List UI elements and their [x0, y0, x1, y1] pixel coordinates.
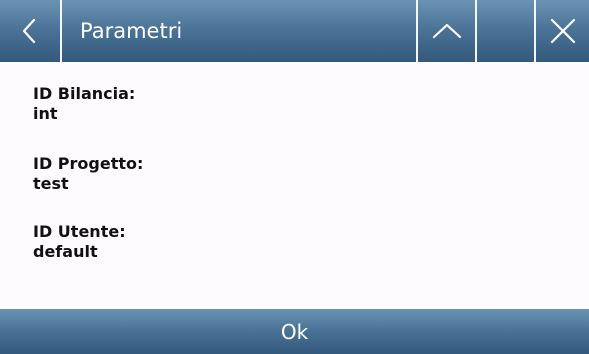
scroll-up-button[interactable] [418, 0, 475, 62]
title-bar: Parametri [0, 0, 589, 62]
back-button[interactable] [0, 0, 60, 62]
chevron-up-icon [432, 23, 461, 39]
close-icon [550, 18, 575, 44]
field-label: ID Utente: [33, 222, 126, 241]
field-label: ID Bilancia: [33, 84, 136, 103]
field-project-id: ID Progetto: test [33, 154, 143, 194]
field-label: ID Progetto: [33, 154, 144, 173]
field-value: int [33, 104, 58, 123]
title-bar-separator [60, 0, 62, 62]
parameters-panel: ID Bilancia: int ID Progetto: test ID Ut… [0, 62, 589, 308]
chevron-left-icon [22, 18, 36, 44]
ok-button[interactable]: Ok [0, 309, 589, 354]
ok-button-label: Ok [280, 319, 309, 344]
close-button[interactable] [536, 0, 589, 62]
field-user-id: ID Utente: default [33, 222, 126, 262]
field-scale-id: ID Bilancia: int [33, 84, 135, 124]
field-value: test [33, 174, 69, 193]
field-value: default [33, 242, 98, 261]
empty-toolbar-button[interactable] [477, 0, 534, 62]
page-title: Parametri [80, 19, 183, 43]
